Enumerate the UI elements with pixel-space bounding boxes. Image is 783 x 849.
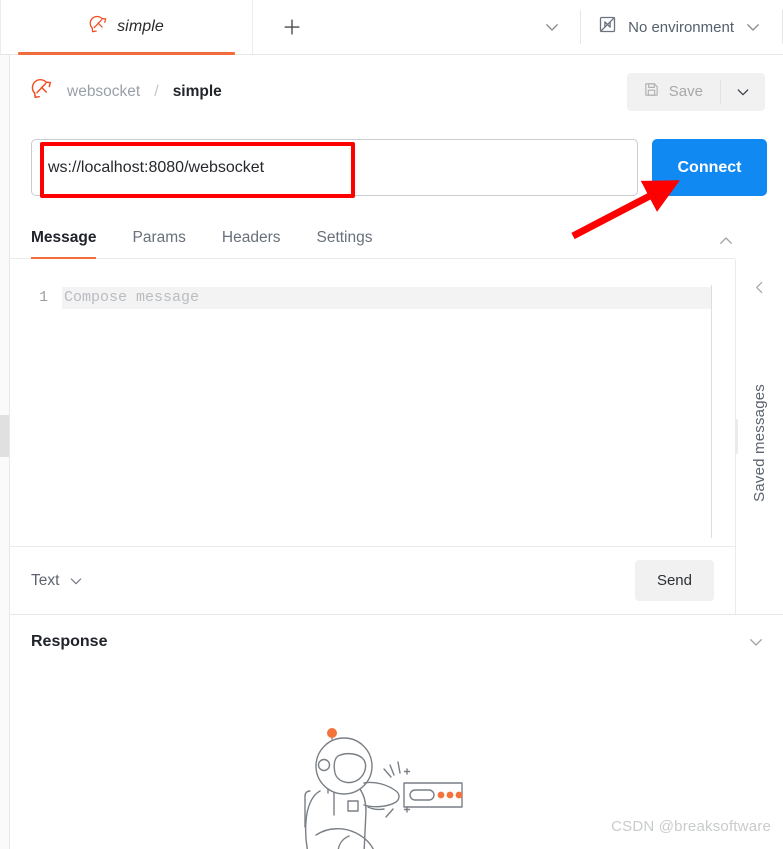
expand-saved-messages-button[interactable]: [751, 279, 768, 296]
breadcrumb-separator: /: [154, 82, 159, 100]
url-row: ws://localhost:8080/websocket Connect: [10, 128, 783, 210]
chevron-left-icon: [756, 281, 763, 294]
server-url-value: ws://localhost:8080/websocket: [48, 158, 265, 176]
environment-caret-icon[interactable]: [744, 18, 762, 36]
collapse-response-pane-button[interactable]: [747, 633, 765, 651]
message-format-selector[interactable]: Text: [31, 572, 84, 590]
tab-message[interactable]: Message: [31, 229, 97, 259]
editor-scrollbar[interactable]: [711, 285, 712, 538]
breadcrumb: websocket / simple: [31, 78, 222, 105]
editor-line-number: 1: [39, 290, 48, 306]
floppy-disk-icon: [643, 81, 660, 102]
connect-button[interactable]: Connect: [652, 139, 767, 196]
environment-off-icon: [597, 14, 618, 40]
save-button-group: Save: [626, 72, 765, 111]
saved-messages-label: Saved messages: [751, 384, 768, 502]
watermark: CSDN @breaksoftware: [611, 818, 771, 835]
chevron-down-icon: [750, 638, 762, 646]
chevron-down-icon: [737, 88, 749, 95]
environment-selector[interactable]: No environment: [581, 0, 776, 54]
sidebar-resize-handle[interactable]: [0, 415, 9, 457]
server-url-input[interactable]: ws://localhost:8080/websocket: [31, 139, 638, 196]
saved-rail-resize-handle[interactable]: [735, 419, 738, 454]
websocket-icon: [89, 15, 108, 39]
response-title: Response: [31, 632, 108, 650]
websocket-icon: [31, 78, 53, 105]
environment-label: No environment: [628, 18, 734, 36]
save-options-button[interactable]: [721, 73, 765, 111]
chevron-up-icon: [720, 237, 732, 244]
saved-messages-rail[interactable]: Saved messages: [735, 259, 783, 614]
collapse-request-pane-button[interactable]: [717, 232, 735, 258]
plus-icon: [284, 19, 300, 35]
tab-bar: simple No environment: [0, 0, 783, 55]
response-empty-state: CSDN @breaksoftware: [10, 668, 783, 849]
tab-headers[interactable]: Headers: [222, 229, 281, 258]
chevron-down-icon: [68, 573, 84, 589]
send-button[interactable]: Send: [634, 560, 714, 601]
tab-label: simple: [117, 18, 164, 35]
save-button-label: Save: [668, 83, 703, 100]
sidebar-collapsed-rail[interactable]: [0, 55, 10, 849]
tab-params[interactable]: Params: [132, 229, 185, 258]
compose-footer: Text Send: [10, 547, 735, 614]
message-editor[interactable]: 1 Compose message: [10, 259, 735, 546]
tab-bar-spacer: [331, 0, 524, 54]
breadcrumb-collection[interactable]: websocket: [67, 83, 140, 101]
tab-settings[interactable]: Settings: [316, 229, 372, 258]
astronaut-pressing-button-illustration: [276, 703, 506, 849]
breadcrumb-collection-label: websocket: [67, 82, 141, 100]
message-format-label: Text: [31, 571, 60, 589]
response-header: Response: [10, 615, 783, 668]
tab-list-dropdown-button[interactable]: [524, 0, 580, 54]
postman-websocket-window: simple No environment websocket / simple…: [0, 0, 783, 849]
breadcrumb-current: simple: [172, 82, 222, 100]
request-section-tabs: Message Params Headers Settings: [10, 212, 735, 259]
editor-line: 1 Compose message: [10, 287, 735, 309]
save-button[interactable]: Save: [627, 73, 720, 111]
message-compose-input[interactable]: Compose message: [62, 287, 711, 309]
chevron-down-icon: [546, 24, 558, 31]
new-tab-button[interactable]: [253, 0, 331, 54]
breadcrumb-row: websocket / simple Save: [10, 55, 783, 128]
request-tab-simple[interactable]: simple: [0, 0, 253, 55]
